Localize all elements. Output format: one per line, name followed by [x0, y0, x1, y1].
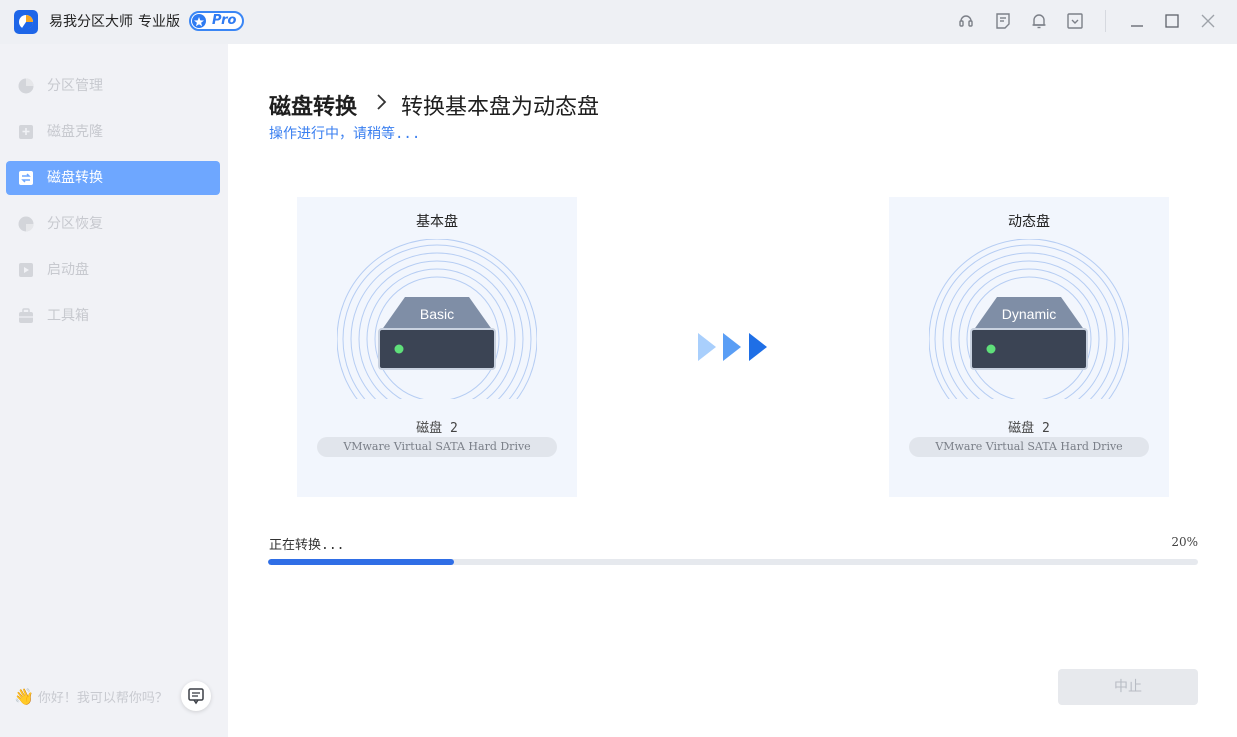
sidebar-item-partition-manage[interactable]: 分区管理 — [6, 69, 220, 103]
conversion-arrows-icon — [698, 333, 767, 361]
progress-bar — [268, 559, 1198, 565]
toolbox-icon — [19, 308, 33, 323]
chat-hint-text: 你好！我可以帮你吗？ — [37, 691, 168, 706]
chat-button[interactable] — [181, 681, 211, 711]
sidebar-item-partition-recovery[interactable]: 分区恢复 — [6, 207, 220, 241]
clone-icon — [19, 125, 33, 139]
basic-disk-icon: Basic — [337, 239, 537, 409]
breadcrumb-sub: 转换基本盘为动态盘 — [401, 95, 600, 120]
sidebar-item-disk-clone[interactable]: 磁盘克隆 — [6, 115, 220, 149]
app-logo-icon — [14, 10, 38, 34]
maximize-icon[interactable] — [1163, 12, 1181, 30]
sidebar-item-label: 分区恢复 — [47, 216, 103, 232]
sidebar-item-label: 工具箱 — [47, 308, 89, 324]
chat-icon — [188, 688, 204, 705]
chevron-right-icon — [377, 94, 387, 110]
source-disk-card: 基本盘 Basic 磁盘 2 VMware Virtual SATA Hard … — [297, 197, 577, 497]
pro-badge: Pro — [189, 11, 244, 31]
sidebar-item-label: 分区管理 — [47, 78, 103, 94]
support-icon[interactable] — [957, 12, 975, 30]
chat-hint[interactable]: 👋 你好！我可以帮你吗？ — [14, 687, 168, 706]
breadcrumb-main[interactable]: 磁盘转换 — [269, 89, 357, 121]
dynamic-disk-icon: Dynamic — [929, 239, 1129, 409]
sidebar-item-label: 磁盘克隆 — [47, 124, 103, 140]
sidebar-item-disk-convert[interactable]: 磁盘转换 — [6, 161, 220, 195]
progress-percent: 20% — [1171, 535, 1198, 549]
pro-badge-label: Pro — [212, 13, 237, 28]
recovery-icon — [18, 216, 34, 232]
app-title: 易我分区大师 — [49, 14, 133, 30]
sidebar-item-boot-disk[interactable]: 启动盘 — [6, 253, 220, 287]
wave-hand-icon: 👋 — [14, 687, 34, 706]
source-disk-name: 磁盘 2 — [416, 421, 458, 436]
sidebar-item-label: 磁盘转换 — [47, 170, 103, 186]
star-icon — [192, 14, 206, 28]
target-disk-card: 动态盘 Dynamic 磁盘 2 VMware Virtual SATA Har… — [889, 197, 1169, 497]
dynamic-disk-label: Dynamic — [1002, 306, 1056, 322]
titlebar-divider — [1105, 10, 1106, 32]
status-text: 操作进行中，请稍等... — [269, 126, 421, 142]
sidebar: 分区管理 磁盘克隆 磁盘转换 分区恢复 启动盘 工具箱 — [0, 44, 228, 737]
sidebar-item-toolbox[interactable]: 工具箱 — [6, 299, 220, 333]
basic-disk-label: Basic — [420, 306, 454, 322]
sidebar-item-label: 启动盘 — [47, 262, 89, 278]
feedback-icon[interactable] — [994, 12, 1012, 30]
progress-label: 正在转换... — [269, 538, 345, 553]
target-card-title: 动态盘 — [1008, 214, 1050, 230]
pie-chart-icon — [18, 78, 34, 94]
notification-icon[interactable] — [1030, 12, 1048, 30]
title-bar: 易我分区大师 专业版 Pro — [0, 0, 1237, 44]
edition-label: 专业版 — [138, 14, 180, 30]
source-disk-model: VMware Virtual SATA Hard Drive — [317, 437, 557, 457]
minimize-icon[interactable] — [1128, 12, 1146, 30]
progress-bar-fill — [268, 559, 454, 565]
target-disk-name: 磁盘 2 — [1008, 421, 1050, 436]
source-card-title: 基本盘 — [416, 214, 458, 230]
menu-dropdown-icon[interactable] — [1066, 12, 1084, 30]
convert-icon — [19, 171, 33, 185]
close-icon[interactable] — [1199, 12, 1217, 30]
target-disk-model: VMware Virtual SATA Hard Drive — [909, 437, 1149, 457]
stop-button[interactable]: 中止 — [1058, 669, 1198, 705]
boot-disk-icon — [19, 263, 33, 277]
